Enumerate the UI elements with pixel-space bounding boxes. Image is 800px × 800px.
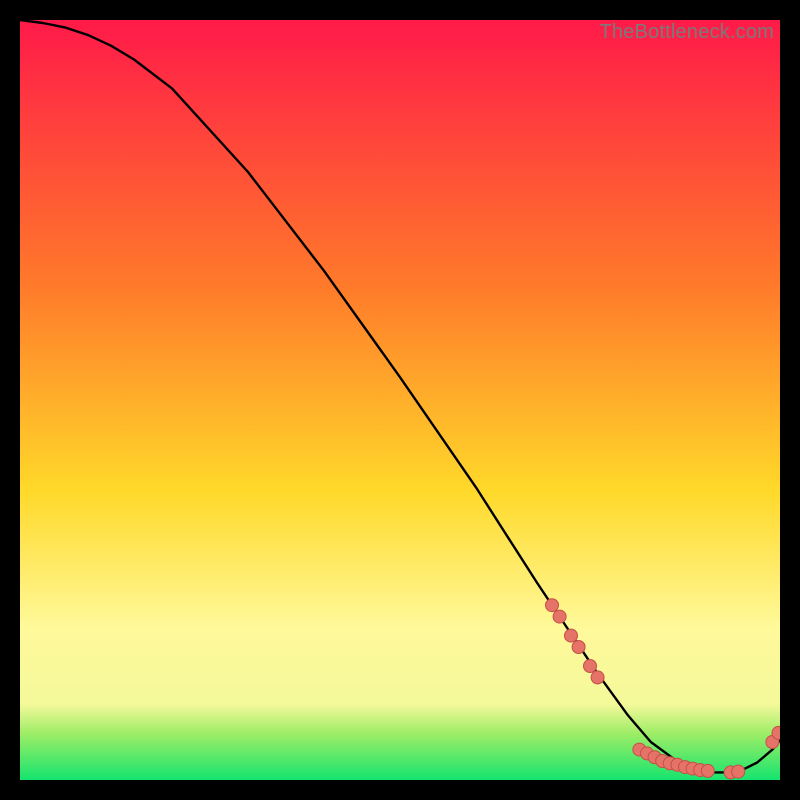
data-marker [584, 660, 597, 673]
data-marker [572, 641, 585, 654]
watermark-label: TheBottleneck.com [599, 21, 774, 44]
chart-svg [20, 20, 780, 780]
data-marker [701, 764, 714, 777]
data-marker [732, 765, 745, 778]
data-marker [772, 726, 780, 739]
gradient-background [20, 20, 780, 780]
data-marker [546, 599, 559, 612]
data-marker [553, 610, 566, 623]
data-marker [565, 629, 578, 642]
chart-frame: TheBottleneck.com [20, 20, 780, 780]
data-marker [591, 671, 604, 684]
